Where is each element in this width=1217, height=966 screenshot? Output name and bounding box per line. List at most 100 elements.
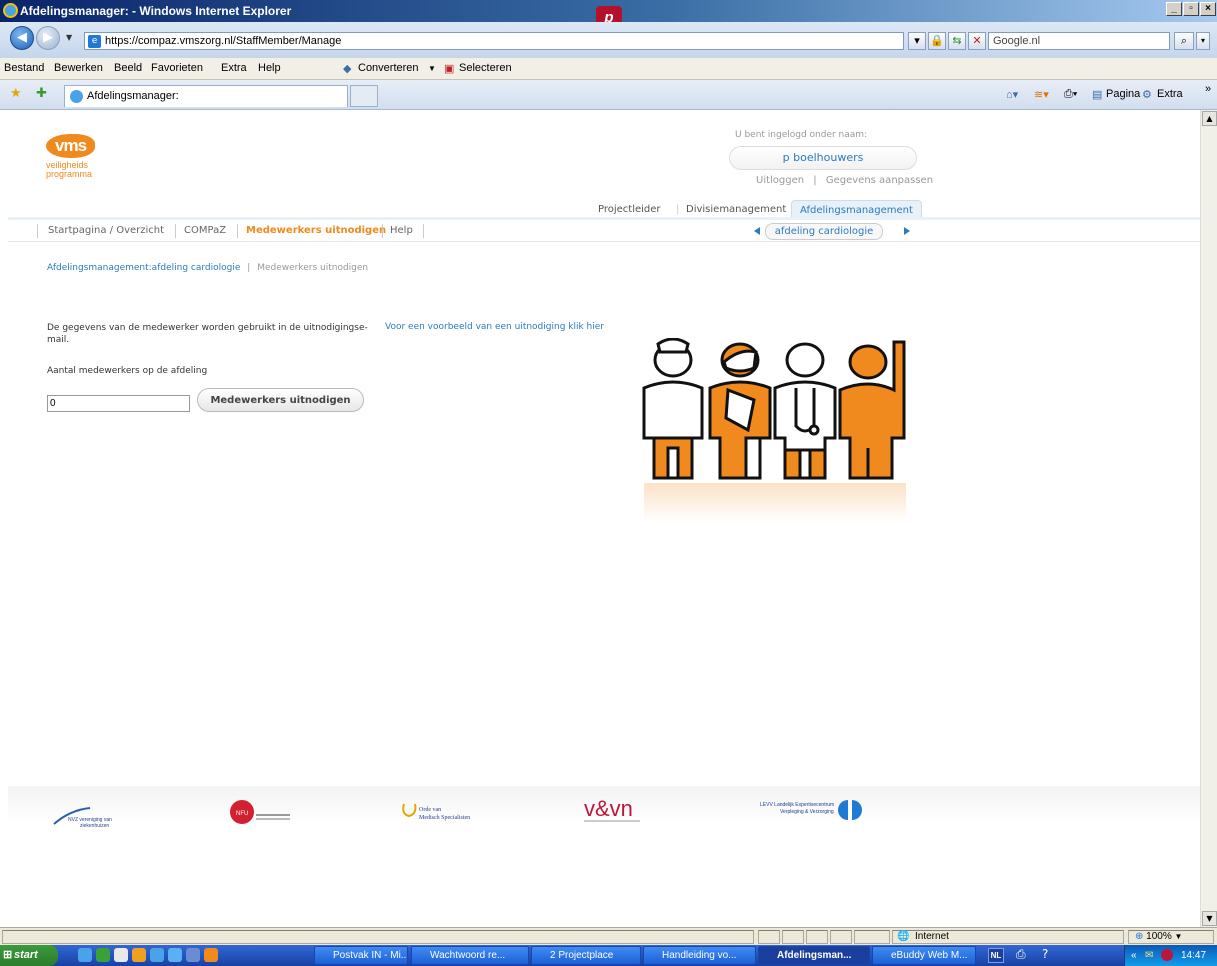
history-dropdown-icon[interactable]: ▼ xyxy=(66,33,72,42)
scroll-up-icon[interactable]: ▲ xyxy=(1202,111,1217,126)
language-indicator[interactable]: NL xyxy=(988,948,1004,963)
svg-text:v&vn: v&vn xyxy=(584,796,633,821)
lock-icon[interactable]: 🔒 xyxy=(928,32,946,50)
levv-logo[interactable]: LEVV Landelijk Expertisecentrum Verplegin… xyxy=(760,798,870,827)
zone-pane: 🌐 Internet xyxy=(892,930,1124,944)
invite-staff-button[interactable]: Medewerkers uitnodigen xyxy=(197,388,364,412)
tab-title: Afdelingsmanager: xyxy=(87,90,179,102)
quicklaunch-arrow-icon[interactable] xyxy=(132,948,146,962)
zoom-control[interactable]: ⊕ 100% ▼ xyxy=(1128,930,1214,944)
orde-medisch-specialisten-logo[interactable]: Orde van Medisch Specialisten xyxy=(401,800,491,829)
new-tab-button[interactable] xyxy=(350,85,378,107)
page-icon: e xyxy=(88,35,101,48)
select-button[interactable]: Selecteren xyxy=(459,62,512,74)
help-icon[interactable]: ? xyxy=(1042,947,1048,961)
zone-label: Internet xyxy=(915,931,949,942)
menu-extra[interactable]: Extra xyxy=(221,62,247,74)
task-outlook[interactable]: Postvak IN - Mi... xyxy=(314,946,408,965)
address-dropdown-icon[interactable]: ▾ xyxy=(908,32,926,50)
print-icon[interactable]: ⎙▾ xyxy=(1064,88,1077,101)
menu-bestand[interactable]: Bestand xyxy=(4,62,44,74)
printer-icon[interactable]: ⎙ xyxy=(1016,947,1026,962)
department-selector[interactable]: afdeling cardiologie xyxy=(765,223,883,240)
menu-bar: Bestand Bewerken Beeld Favorieten Extra … xyxy=(0,58,1217,80)
quicklaunch-app-icon[interactable] xyxy=(186,948,200,962)
close-button[interactable]: × xyxy=(1200,2,1216,16)
quicklaunch-messenger-icon[interactable] xyxy=(150,948,164,962)
quicklaunch-ie2-icon[interactable] xyxy=(114,948,128,962)
subnav-compaz[interactable]: COMPaZ xyxy=(184,225,226,236)
task-afdelingsmanager[interactable]: Afdelingsman... xyxy=(758,946,870,965)
zoom-dropdown-icon[interactable]: ▼ xyxy=(1175,932,1183,941)
ie-logo-icon xyxy=(3,3,18,18)
scroll-down-icon[interactable]: ▼ xyxy=(1202,911,1217,926)
start-button[interactable]: ⊞ start xyxy=(0,945,58,966)
menu-favorieten[interactable]: Favorieten xyxy=(151,62,203,74)
task-projectplace[interactable]: 2 Projectplace xyxy=(531,946,641,965)
address-url: https://compaz.vmszorg.nl/StaffMember/Ma… xyxy=(105,35,342,47)
nurse-figure xyxy=(642,338,704,480)
partner-footer: NVZ vereniging van ziekenhuizen NFU Orde … xyxy=(8,786,1200,829)
convert-dropdown-icon[interactable]: ▼ xyxy=(428,64,436,73)
task-mail[interactable]: Wachtwoord re... xyxy=(411,946,529,965)
convert-icon: ◆ xyxy=(343,63,352,75)
task-ebuddy[interactable]: eBuddy Web M... xyxy=(872,946,976,965)
menu-help[interactable]: Help xyxy=(258,62,281,74)
forward-icon[interactable]: ▶ xyxy=(36,26,60,50)
address-bar[interactable]: e https://compaz.vmszorg.nl/StaffMember/… xyxy=(84,32,904,50)
back-icon[interactable]: ◀ xyxy=(10,26,34,50)
convert-button[interactable]: Converteren xyxy=(358,62,419,74)
browser-tab[interactable]: Afdelingsmanager: xyxy=(64,85,348,107)
subnav-medewerkers-uitnodigen[interactable]: Medewerkers uitnodigen xyxy=(246,225,386,236)
tray-projectplace-icon[interactable] xyxy=(1161,949,1173,961)
tray-mail-icon[interactable]: ✉ xyxy=(1145,945,1153,966)
globe-icon: 🌐 xyxy=(897,931,910,942)
feeds-icon[interactable]: ≋▾ xyxy=(1034,88,1049,101)
quicklaunch-clock-icon[interactable] xyxy=(204,948,218,962)
nfu-logo[interactable]: NFU xyxy=(228,798,298,831)
svg-text:Orde van: Orde van xyxy=(419,807,441,813)
tools-menu-button[interactable]: Extra xyxy=(1157,88,1183,100)
home-icon[interactable]: ⌂▾ xyxy=(1006,88,1018,101)
stop-icon[interactable]: ✕ xyxy=(968,32,986,50)
page-content: vms veiligheids programma U bent ingelog… xyxy=(8,110,1200,927)
vvn-logo[interactable]: v&vn xyxy=(584,794,664,829)
illustration-reflection xyxy=(644,483,906,523)
toolbar-overflow-icon[interactable]: » xyxy=(1205,83,1211,95)
svg-text:Medisch Specialisten: Medisch Specialisten xyxy=(419,815,470,821)
taskbar: ⊞ start Postvak IN - Mi... Wachtwoord re… xyxy=(0,945,1217,966)
staff-count-input[interactable] xyxy=(47,395,190,412)
system-tray: « ✉ 14:47 xyxy=(1124,945,1217,966)
logout-link[interactable]: Uitloggen xyxy=(756,175,804,186)
minimize-button[interactable]: _ xyxy=(1166,2,1182,16)
search-icon[interactable]: ⌕ xyxy=(1174,32,1194,50)
address-toolbar: ◀ ▶ ▼ e https://compaz.vmszorg.nl/StaffM… xyxy=(0,22,1217,58)
favorites-star-icon[interactable]: ★ xyxy=(10,85,22,101)
next-department-icon[interactable] xyxy=(904,227,910,235)
menu-bewerken[interactable]: Bewerken xyxy=(54,62,103,74)
search-input[interactable]: Google.nl xyxy=(988,32,1170,50)
page-menu-button[interactable]: Pagina xyxy=(1106,88,1140,100)
quicklaunch-ie-icon[interactable] xyxy=(78,948,92,962)
subnav-help[interactable]: Help xyxy=(390,225,413,236)
prev-department-icon[interactable] xyxy=(754,227,760,235)
refresh-icon[interactable]: ⇆ xyxy=(948,32,966,50)
tray-expand-icon[interactable]: « xyxy=(1131,945,1137,966)
tab-toolbar: ★ ✚ Afdelingsmanager: ⌂▾ ≋▾ ⎙▾ ▤ Pagina … xyxy=(0,80,1217,110)
quicklaunch-media-icon[interactable] xyxy=(96,948,110,962)
maximize-button[interactable]: ▫ xyxy=(1183,2,1199,16)
nvz-logo[interactable]: NVZ vereniging van ziekenhuizen xyxy=(50,806,134,833)
sub-navigation: Startpagina / Overzicht COMPaZ Medewerke… xyxy=(8,220,1200,242)
subnav-startpagina[interactable]: Startpagina / Overzicht xyxy=(48,225,164,236)
vertical-scrollbar[interactable]: ▲ ▼ xyxy=(1200,110,1217,927)
bandaged-figure xyxy=(708,342,772,480)
add-favorite-icon[interactable]: ✚ xyxy=(36,85,47,101)
task-handleiding[interactable]: Handleiding vo... xyxy=(643,946,756,965)
menu-beeld[interactable]: Beeld xyxy=(114,62,142,74)
search-options-icon[interactable]: ▾ xyxy=(1196,32,1210,50)
example-link[interactable]: Voor een voorbeeld van een uitnodiging k… xyxy=(385,322,604,332)
edit-profile-link[interactable]: Gegevens aanpassen xyxy=(826,175,933,186)
breadcrumb-link[interactable]: Afdelingsmanagement:afdeling cardiologie xyxy=(47,263,240,273)
quicklaunch-ie3-icon[interactable] xyxy=(168,948,182,962)
vms-logo[interactable]: vms veiligheids programma xyxy=(46,134,96,179)
